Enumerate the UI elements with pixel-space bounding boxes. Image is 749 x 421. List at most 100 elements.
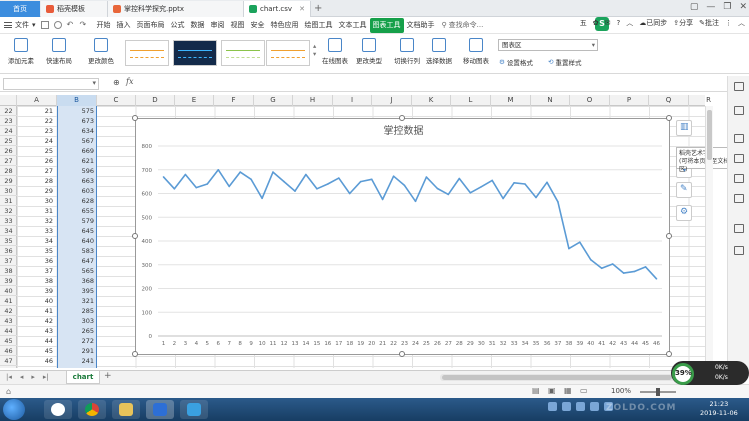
tab-csv[interactable]: chart.csv ✕ (244, 1, 311, 17)
undo-icon[interactable]: ↶ (67, 21, 75, 29)
resize-handle[interactable] (399, 115, 405, 121)
cell-a[interactable]: 46 (17, 356, 55, 366)
view-break-icon[interactable]: ▦ (564, 386, 572, 395)
cell-b[interactable]: 265 (57, 326, 97, 336)
cell-a[interactable]: 27 (17, 166, 55, 176)
cell-a[interactable]: 34 (17, 236, 55, 246)
cell-b[interactable]: 579 (57, 216, 97, 226)
share-pane-icon[interactable] (734, 224, 744, 233)
cell-b[interactable]: 272 (57, 336, 97, 346)
row-header[interactable]: 31 (0, 196, 17, 206)
cell-a[interactable]: 21 (17, 106, 55, 116)
sheet-tab-chart[interactable]: chart (66, 371, 100, 384)
menu-item[interactable]: 安全 (248, 18, 268, 33)
cell-a[interactable]: 29 (17, 186, 55, 196)
menu-item[interactable]: 绘图工具 (302, 18, 336, 33)
cell-b[interactable]: 596 (57, 166, 97, 176)
cell-b[interactable]: 303 (57, 316, 97, 326)
menu-item[interactable]: 文本工具 (336, 18, 370, 33)
save-icon[interactable] (40, 21, 49, 29)
redo-icon[interactable]: ↷ (80, 21, 88, 29)
switch-row-col-button[interactable]: 切换行列 (392, 38, 422, 65)
cell-a[interactable]: 23 (17, 126, 55, 136)
properties-icon[interactable] (734, 82, 744, 91)
row-header[interactable]: 46 (0, 346, 17, 356)
name-box[interactable] (3, 78, 99, 90)
cell-a[interactable]: 24 (17, 136, 55, 146)
cell-a[interactable]: 33 (17, 226, 55, 236)
chart-style-3[interactable] (221, 40, 265, 66)
cell-a[interactable]: 31 (17, 206, 55, 216)
gallery-scroll[interactable]: ▴ ▾ (313, 42, 316, 58)
column-header[interactable]: E (175, 95, 214, 106)
select-all-corner[interactable] (0, 95, 17, 106)
cell-a[interactable]: 39 (17, 286, 55, 296)
row-header[interactable]: 23 (0, 116, 17, 126)
menu-item[interactable]: 页面布局 (134, 18, 168, 33)
print-icon[interactable] (53, 21, 62, 29)
online-chart-button[interactable]: 在线图表 (320, 38, 350, 65)
chart-element-select[interactable]: 图表区 (498, 39, 598, 51)
cell-a[interactable]: 43 (17, 326, 55, 336)
resize-handle[interactable] (132, 115, 138, 121)
backup-pane-icon[interactable] (734, 174, 744, 183)
cell-b[interactable]: 285 (57, 306, 97, 316)
cell-b[interactable]: 567 (57, 136, 97, 146)
taskbar-app-mindplus[interactable] (180, 400, 208, 419)
taskbar-app-wps[interactable] (146, 400, 174, 419)
cell-a[interactable]: 37 (17, 266, 55, 276)
chart-elements-tool[interactable]: ▥ (676, 120, 692, 136)
mail-icon[interactable]: ✉ (605, 19, 611, 27)
cell-b[interactable]: 321 (57, 296, 97, 306)
chart-settings-tool[interactable]: ⚙ (676, 205, 692, 221)
column-header[interactable]: J (372, 95, 412, 106)
view-page-icon[interactable]: ▣ (548, 386, 556, 395)
scroll-thumb[interactable] (707, 110, 712, 160)
cell-a[interactable]: 25 (17, 146, 55, 156)
view-read-icon[interactable]: ▭ (580, 386, 588, 395)
window-layout-icon[interactable]: ▢ (690, 2, 699, 12)
column-header[interactable]: G (254, 95, 293, 106)
row-header[interactable]: 43 (0, 316, 17, 326)
cell-b[interactable]: 583 (57, 246, 97, 256)
column-header[interactable]: O (570, 95, 610, 106)
chart-style-2[interactable] (173, 40, 217, 66)
command-search[interactable]: ⚲ 查找命令... (442, 20, 484, 30)
resize-handle[interactable] (666, 351, 672, 357)
row-header[interactable]: 27 (0, 156, 17, 166)
cell-a[interactable]: 45 (17, 346, 55, 356)
column-header[interactable]: P (610, 95, 649, 106)
maximize-icon[interactable]: ❐ (723, 2, 731, 12)
fx-icon[interactable]: fx (126, 77, 133, 86)
cell-b[interactable]: 628 (57, 196, 97, 206)
cell-a[interactable]: 38 (17, 276, 55, 286)
close-window-icon[interactable]: ✕ (739, 2, 747, 12)
last-sheet-icon[interactable]: ▸| (43, 373, 49, 381)
vertical-scrollbar[interactable] (705, 106, 713, 368)
row-header[interactable]: 41 (0, 296, 17, 306)
cell-a[interactable]: 44 (17, 336, 55, 346)
row-header[interactable]: 30 (0, 186, 17, 196)
menu-item[interactable]: 开始 (94, 18, 114, 33)
close-tab-icon[interactable]: ✕ (299, 5, 305, 13)
menu-item[interactable]: 特色应用 (268, 18, 302, 33)
quick-layout-button[interactable]: 快速布局 (42, 38, 76, 65)
zoom-level[interactable]: 100% (611, 387, 631, 395)
next-sheet-icon[interactable]: ▸ (31, 373, 35, 381)
cell-b[interactable]: 634 (57, 126, 97, 136)
row-header[interactable]: 42 (0, 306, 17, 316)
row-header[interactable]: 29 (0, 176, 17, 186)
column-header[interactable]: M (491, 95, 531, 106)
cell-b[interactable]: 575 (57, 106, 97, 116)
change-color-button[interactable]: 更改颜色 (84, 38, 118, 65)
resize-handle[interactable] (132, 233, 138, 239)
row-header[interactable]: 32 (0, 206, 17, 216)
row-header[interactable]: 28 (0, 166, 17, 176)
column-header[interactable]: R (689, 95, 729, 106)
cell-b[interactable]: 368 (57, 276, 97, 286)
taskbar-app-panda[interactable] (44, 400, 72, 419)
menu-item[interactable]: 公式 (168, 18, 188, 33)
sync-button[interactable]: ☁已同步 (639, 18, 667, 28)
cell-a[interactable]: 28 (17, 176, 55, 186)
column-header[interactable]: D (136, 95, 175, 106)
